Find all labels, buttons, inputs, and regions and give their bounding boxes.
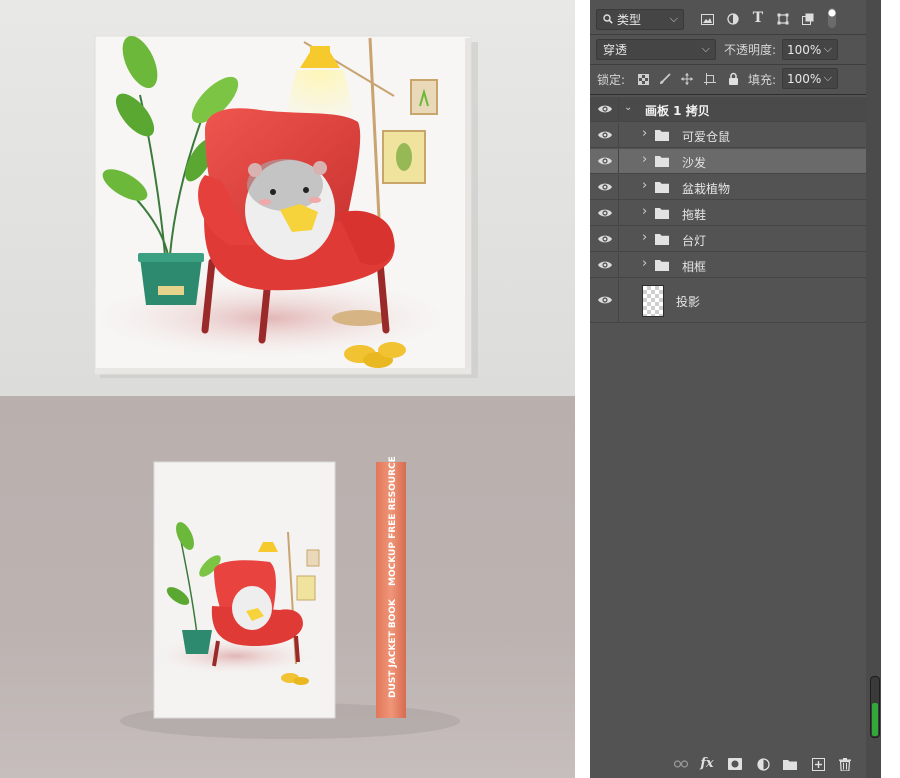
filter-toggle-icon[interactable] [826, 7, 838, 29]
layer-filter-label: 类型 [617, 13, 642, 27]
visibility-eye-icon[interactable] [597, 233, 613, 245]
book-artwork: MOCKUP FREE RESOURCE DUST JACKET BOOK [120, 456, 460, 739]
group-name: 盆栽植物 [682, 182, 731, 196]
layer-row[interactable]: › 拖鞋 [590, 201, 866, 226]
shape-filter-icon[interactable] [776, 12, 790, 26]
layer-row[interactable]: › 相框 [590, 253, 866, 278]
folder-icon [655, 234, 669, 245]
group-name: 拖鞋 [682, 208, 707, 222]
layer-thumbnail [642, 285, 664, 317]
chevron-right-icon[interactable]: › [642, 230, 647, 245]
lock-label: 锁定: [597, 73, 626, 87]
group-name: 台灯 [682, 234, 707, 248]
visibility-eye-icon[interactable] [597, 207, 613, 219]
layer-row[interactable]: 投影 [590, 279, 866, 323]
chevron-right-icon[interactable]: › [642, 204, 647, 219]
layer-row[interactable]: ⌄ 画板 1 拷贝 [590, 97, 866, 122]
smart-object-filter-icon[interactable] [801, 12, 815, 26]
folder-icon [655, 130, 669, 141]
layer-filter-dropdown[interactable]: 类型 ⌵ [596, 9, 684, 30]
mask-icon[interactable] [728, 757, 742, 771]
search-icon [603, 13, 613, 27]
chevron-right-icon[interactable]: › [642, 152, 647, 167]
folder-icon [655, 156, 669, 167]
visibility-eye-icon[interactable] [597, 103, 613, 115]
adjustment-filter-icon[interactable] [726, 12, 740, 26]
lock-transparent-icon[interactable] [636, 72, 650, 86]
folder-icon [655, 182, 669, 193]
chevron-down-icon: ⌵ [823, 42, 832, 55]
folder-icon [655, 208, 669, 219]
canvas-artwork [90, 35, 478, 378]
image-filter-icon[interactable] [700, 12, 714, 26]
visibility-eye-icon[interactable] [597, 181, 613, 193]
blend-mode-dropdown[interactable]: 穿透 ⌵ [596, 39, 716, 60]
hamster-illustration [245, 159, 335, 260]
opacity-value: 100% [787, 42, 822, 57]
fx-icon[interactable]: fx [700, 756, 714, 771]
type-filter-icon[interactable]: T [751, 10, 765, 26]
folder-icon [655, 260, 669, 271]
adjustment-layer-icon[interactable] [756, 757, 770, 771]
visibility-eye-icon[interactable] [597, 294, 613, 306]
visibility-eye-icon[interactable] [597, 129, 613, 141]
panel-scroll-gutter [866, 0, 881, 778]
chevron-right-icon[interactable]: › [642, 178, 647, 193]
window-edge [881, 0, 900, 778]
fill-value: 100% [787, 71, 822, 86]
canvas-mockup-scene [0, 0, 575, 396]
opacity-label: 不透明度: [724, 43, 777, 57]
group-name: 沙发 [682, 156, 707, 170]
layer-name: 投影 [676, 295, 701, 309]
mockup-preview: MOCKUP FREE RESOURCE DUST JACKET BOOK [0, 0, 575, 778]
visibility-eye-icon[interactable] [597, 259, 613, 271]
fill-input[interactable]: 100% ⌵ [782, 68, 838, 89]
spine-text-top: MOCKUP FREE RESOURCE [388, 456, 398, 586]
lock-all-icon[interactable] [726, 71, 740, 85]
chevron-down-icon[interactable]: ⌄ [624, 102, 632, 113]
layers-bottom-toolbar: fx [590, 750, 866, 778]
lock-paint-icon[interactable] [658, 72, 672, 86]
opacity-input[interactable]: 100% ⌵ [782, 39, 838, 60]
chevron-down-icon: ⌵ [701, 42, 710, 55]
group-name: 可爱仓鼠 [682, 130, 731, 144]
panel-resize-indicator[interactable] [870, 676, 880, 738]
group-name: 相框 [682, 260, 707, 274]
new-layer-icon[interactable] [811, 757, 825, 771]
layer-row[interactable]: › 台灯 [590, 227, 866, 252]
lock-artboard-icon[interactable] [703, 72, 717, 86]
layer-row[interactable]: › 盆栽植物 [590, 175, 866, 200]
layer-row[interactable]: › 沙发 [590, 149, 866, 174]
chevron-down-icon: ⌵ [669, 12, 678, 25]
chevron-right-icon[interactable]: › [642, 126, 647, 141]
artboard-name: 画板 1 拷贝 [645, 104, 710, 118]
layer-row[interactable]: › 可爱仓鼠 [590, 123, 866, 148]
layers-panel: 类型 ⌵ T 穿透 ⌵ 不透明度: 100% ⌵ 锁定: 填充: 100% ⌵ … [590, 0, 881, 778]
lock-position-icon[interactable] [680, 72, 694, 86]
book-mockup-scene: MOCKUP FREE RESOURCE DUST JACKET BOOK [0, 396, 575, 778]
visibility-eye-icon[interactable] [597, 155, 613, 167]
blend-mode-value: 穿透 [603, 43, 628, 57]
chevron-down-icon: ⌵ [823, 71, 832, 84]
fill-label: 填充: [748, 73, 777, 87]
spine-text-bottom: DUST JACKET BOOK [388, 598, 398, 698]
trash-icon[interactable] [838, 757, 852, 771]
chevron-right-icon[interactable]: › [642, 256, 647, 271]
link-layers-icon[interactable] [674, 757, 688, 771]
new-group-icon[interactable] [783, 757, 797, 771]
